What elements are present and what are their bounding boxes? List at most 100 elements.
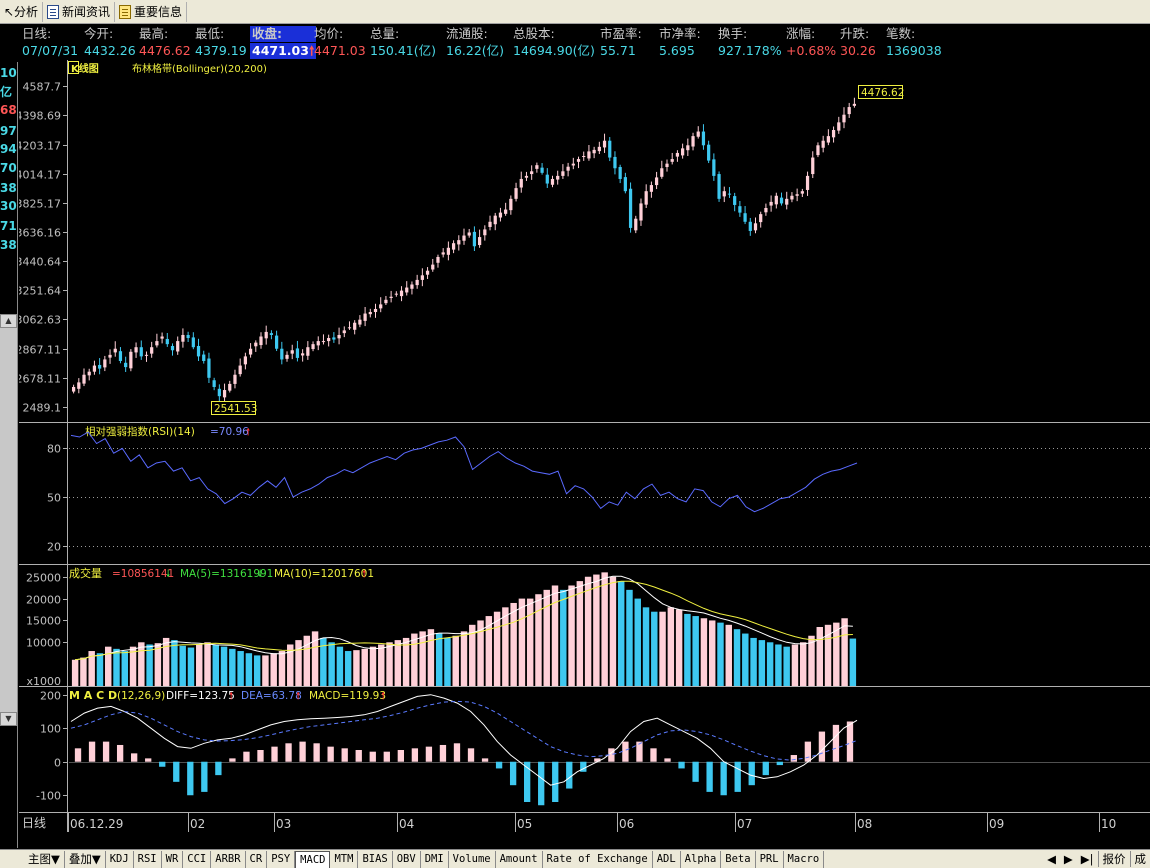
candle-body [805,175,810,190]
y-tick-label: 4398.69 [19,110,61,123]
volume-value: =10856141 [112,568,174,580]
volume-bar [518,598,526,686]
candle-body [800,191,804,194]
candle-body [566,166,570,171]
tab-cr[interactable]: CR [246,850,268,868]
volume-bar [452,635,459,686]
volume-bar [568,585,575,686]
y-tick-label: 4587.7 [23,81,62,94]
candle-body [665,163,669,168]
trade-button[interactable]: 成 [1129,850,1150,867]
scroll-down-icon[interactable]: ▼ [0,712,17,726]
up-arrow-icon: 🠕 [229,691,233,702]
toolbar-label: 分析 [14,5,39,19]
up-arrow-icon: 🠕 [362,569,366,580]
tab-alpha[interactable]: Alpha [681,850,722,868]
toolbar-analysis-button[interactable]: ↖ 分析 [0,1,44,22]
macd-panel[interactable]: M A C D (12,26,9) DIFF=123.75 🠕 DEA=63.7… [36,689,1150,806]
toolbar-important-info-button[interactable]: 重要信息 [115,1,188,22]
volume-bar [634,598,641,686]
candle-body [831,130,836,138]
tab-dmi[interactable]: DMI [421,850,449,868]
volume-bar [593,574,600,686]
scroll-end-icon[interactable]: ▶| [1077,852,1098,866]
volume-bar [551,585,559,686]
rsi-panel[interactable]: 相对强弱指数(RSI)(14) =70.96 🠕 80 50 20 [47,425,1150,554]
candle-body [243,356,247,365]
candle-body [597,146,601,152]
info-date: 07/07/31 [22,43,79,58]
tab-prl[interactable]: PRL [756,850,784,868]
candle-body [587,151,591,159]
tab-amount[interactable]: Amount [496,850,543,868]
tab-overlay-menu[interactable]: 叠加▼ [65,850,106,868]
candle-body [92,365,97,372]
info-trades: 笔数: 1369038 [886,26,942,58]
y-tick-label: 20 [47,541,61,554]
volume-bar [700,618,708,686]
volume-bar [742,633,749,686]
volume-bar [179,645,186,686]
tab-macd[interactable]: MACD [295,850,331,868]
volume-bar [758,640,766,686]
tab-main-chart-menu[interactable]: 主图▼ [0,850,65,868]
kline-panel[interactable]: K线图 布林格带(Bollinger)(20,200) 4587.7 4398.6… [19,61,904,416]
tab-volume[interactable]: Volume [449,850,496,868]
y-tick-label: 3825.17 [19,198,61,211]
y-tick-label: 15000 [26,615,61,628]
candle-body [108,354,112,358]
candle-body [644,191,648,205]
toolbar-label: 新闻资讯 [62,5,111,19]
candle-body [274,335,279,349]
stock-chart[interactable]: K线图 布林格带(Bollinger)(20,200) 4587.7 4398.6… [19,60,1150,849]
candle-body [160,336,164,339]
tab-cci[interactable]: CCI [183,850,212,868]
scroll-up-icon[interactable]: ▲ [0,314,17,328]
tab-wr[interactable]: WR [162,850,184,868]
info-high: 最高: 4476.62 [139,26,191,58]
info-turnover: 换手: 927.178% [718,26,782,58]
tab-mtm[interactable]: MTM [330,850,359,868]
tab-rate-of-exchange[interactable]: Rate of Exchange [543,850,653,868]
volume-y-axis: 25000 20000 15000 10000 x1000 [26,572,67,688]
candle-body [124,362,128,368]
scroll-left-icon[interactable]: ◀ [1043,852,1060,866]
left-scrollbar[interactable]: ▲ ▼ [0,314,17,726]
quote-button[interactable]: 报价 [1097,850,1130,867]
tab-rsi[interactable]: RSI [134,850,162,868]
candle-body [462,235,466,241]
tab-macro[interactable]: Macro [784,850,825,868]
scroll-right-icon[interactable]: ▶ [1060,852,1077,866]
volume-bar [609,576,617,686]
volume-panel[interactable]: 成交量 =10856141 🠗 MA(5)=13161991 🠗 MA(10)=… [26,566,857,688]
candle-body [550,178,555,185]
candle-body [826,136,830,143]
candle-body [654,177,659,186]
candle-body [670,159,674,162]
candle-body [717,174,721,199]
tab-adl[interactable]: ADL [653,850,681,868]
y-tick-label: 2678.11 [19,373,61,386]
candle-body [269,333,274,335]
candle-body [217,388,221,397]
tab-bias[interactable]: BIAS [358,850,393,868]
x-tick-label: 09 [989,817,1004,831]
candle-body [379,304,383,309]
tab-obv[interactable]: OBV [393,850,421,868]
candle-body [202,354,206,361]
candle-body [327,338,331,342]
y-tick-label: 50 [47,492,61,505]
x-tick-label: 06.12.29 [70,817,123,831]
tab-kdj[interactable]: KDJ [106,850,134,868]
volume-bar [799,642,807,686]
candle-body [87,371,91,376]
tab-arbr[interactable]: ARBR [211,850,246,868]
volume-bar [262,655,269,686]
tab-psy[interactable]: PSY [267,850,296,868]
y-tick-label: 3440.64 [19,256,61,269]
candle-body [441,252,445,255]
candle-body [316,341,320,346]
candle-body [514,188,518,199]
toolbar-news-button[interactable]: 新闻资讯 [43,1,116,22]
tab-beta[interactable]: Beta [721,850,756,868]
